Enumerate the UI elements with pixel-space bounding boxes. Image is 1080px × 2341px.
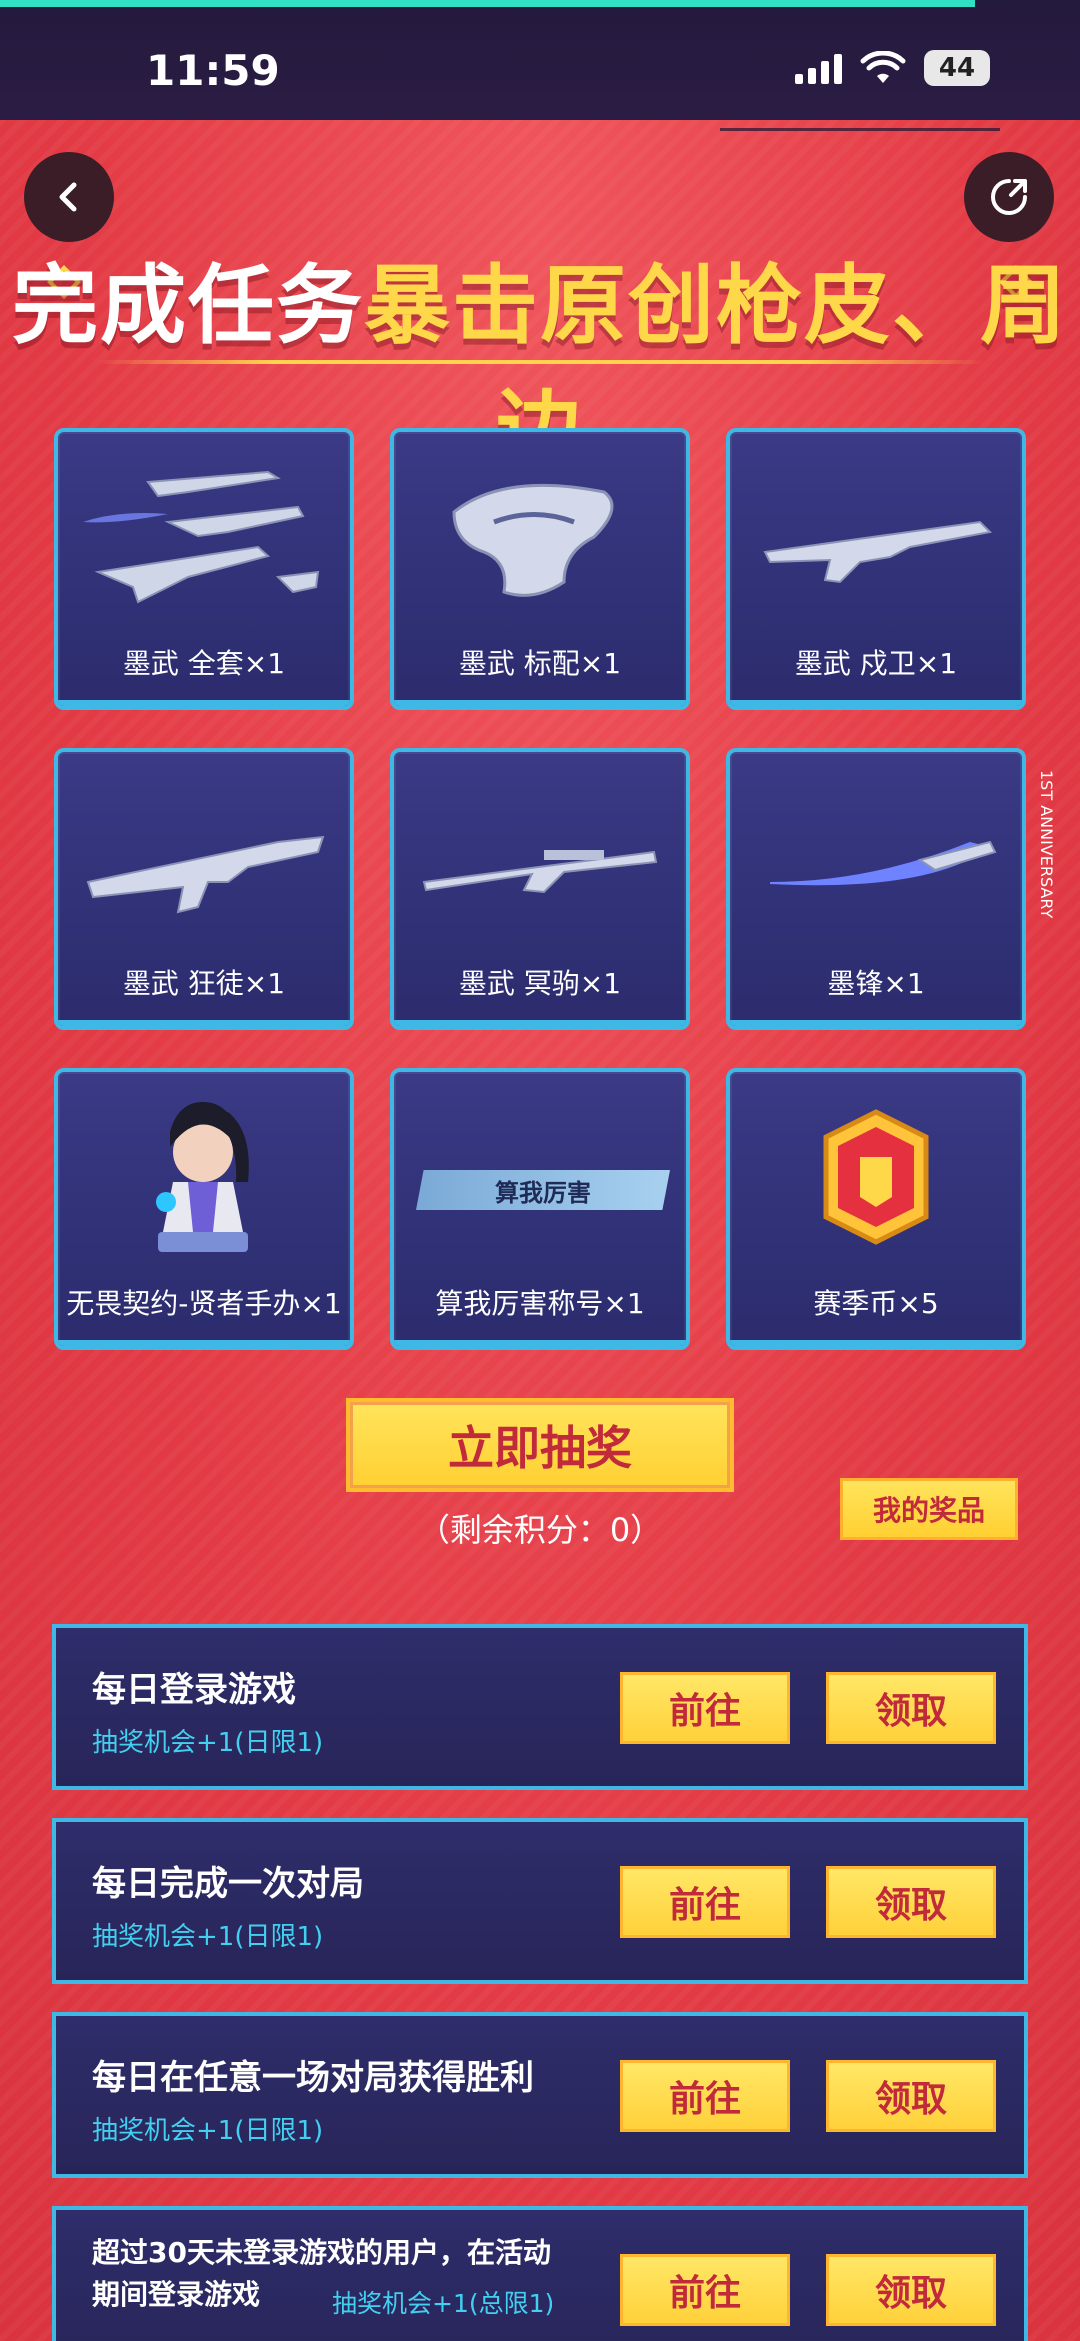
coin-icon (823, 1109, 929, 1245)
card-bottom-bar (58, 1020, 350, 1026)
task-row: 每日完成一次对局 抽奖机会+1(日限1) 前往 领取 (52, 1818, 1028, 1984)
claim-button[interactable]: 领取 (826, 1672, 996, 1744)
header-decoration (720, 128, 1000, 131)
go-button[interactable]: 前往 (620, 2254, 790, 2326)
title-badge: 算我厉害 (416, 1170, 670, 1210)
chevron-left-icon (59, 182, 77, 212)
draw-button[interactable]: 立即抽奖 (346, 1398, 734, 1492)
wifi-icon (860, 51, 906, 83)
task-reward: 抽奖机会+1(总限1) (332, 2289, 555, 2318)
title-underline (95, 360, 985, 364)
prize-name: 墨武 全套×1 (122, 647, 286, 680)
prize-name: 赛季币×5 (813, 1287, 939, 1320)
battery-indicator: 44 (924, 50, 990, 86)
prize-card: 算我厉害 算我厉害称号×1 (390, 1068, 690, 1350)
card-bottom-bar (730, 700, 1022, 706)
go-button[interactable]: 前往 (620, 2060, 790, 2132)
my-prizes-button[interactable]: 我的奖品 (840, 1478, 1018, 1540)
prize-name: 墨武 狂徒×1 (122, 967, 286, 1000)
task-title: 每日登录游戏 (92, 1670, 296, 1710)
task-reward: 抽奖机会+1(日限1) (92, 1728, 324, 1758)
rifle-icon (763, 520, 993, 584)
status-time: 11:59 (146, 46, 280, 95)
prize-name: 墨武 戍卫×1 (794, 647, 958, 680)
prize-card: 墨武 标配×1 (390, 428, 690, 710)
go-button[interactable]: 前往 (620, 1866, 790, 1938)
card-bottom-bar (730, 1020, 1022, 1026)
side-anniversary-text: 1ST ANNIVERSARY (1037, 770, 1056, 919)
knife-icon (770, 840, 997, 886)
claim-button[interactable]: 领取 (826, 2254, 996, 2326)
prize-card: 墨武 冥驹×1 (390, 748, 690, 1030)
task-title: 每日在任意一场对局获得胜利 (92, 2058, 534, 2098)
prize-card: 墨武 戍卫×1 (726, 428, 1026, 710)
task-row: 每日登录游戏 抽奖机会+1(日限1) 前往 领取 (52, 1624, 1028, 1790)
prize-name: 无畏契约-贤者手办×1 (66, 1287, 342, 1320)
prize-card: 墨武 狂徒×1 (54, 748, 354, 1030)
weapon-set-icon (83, 470, 320, 604)
prize-name: 算我厉害称号×1 (435, 1287, 645, 1320)
prize-card: 无畏契约-贤者手办×1 (54, 1068, 354, 1350)
card-bottom-bar (730, 1340, 1022, 1346)
claim-button[interactable]: 领取 (826, 2060, 996, 2132)
sniper-icon (422, 850, 658, 894)
card-bottom-bar (394, 1020, 686, 1026)
rifle-icon (86, 835, 325, 914)
go-button[interactable]: 前往 (620, 1672, 790, 1744)
back-button[interactable] (24, 152, 114, 242)
status-icons: 44 (795, 50, 990, 86)
prize-name: 墨武 标配×1 (458, 647, 622, 680)
claim-button[interactable]: 领取 (826, 1866, 996, 1938)
prize-card: 墨武 全套×1 (54, 428, 354, 710)
card-bottom-bar (394, 1340, 686, 1346)
prize-card: 赛季币×5 (726, 1068, 1026, 1350)
card-bottom-bar (58, 700, 350, 706)
task-row: 每日在任意一场对局获得胜利 抽奖机会+1(日限1) 前往 领取 (52, 2012, 1028, 2178)
prize-card: 墨锋×1 (726, 748, 1026, 1030)
card-bottom-bar (394, 700, 686, 706)
task-title: 每日完成一次对局 (92, 1864, 364, 1904)
prize-name: 墨锋×1 (827, 967, 925, 1000)
page-load-progress (0, 0, 975, 7)
task-reward: 抽奖机会+1(日限1) (92, 2116, 324, 2146)
prize-name: 墨武 冥驹×1 (458, 967, 622, 1000)
cellular-signal-icon (795, 52, 842, 84)
figure-icon (156, 1102, 249, 1252)
share-button[interactable] (964, 152, 1054, 242)
title-white: 完成任务 (12, 256, 364, 356)
task-reward: 抽奖机会+1(日限1) (92, 1922, 324, 1952)
share-icon (991, 179, 1027, 215)
task-row: 超过30天未登录游戏的用户，在活动期间登录游戏 抽奖机会+1(总限1) 前往 领… (52, 2206, 1028, 2341)
pistol-icon (452, 483, 614, 597)
card-bottom-bar (58, 1340, 350, 1346)
